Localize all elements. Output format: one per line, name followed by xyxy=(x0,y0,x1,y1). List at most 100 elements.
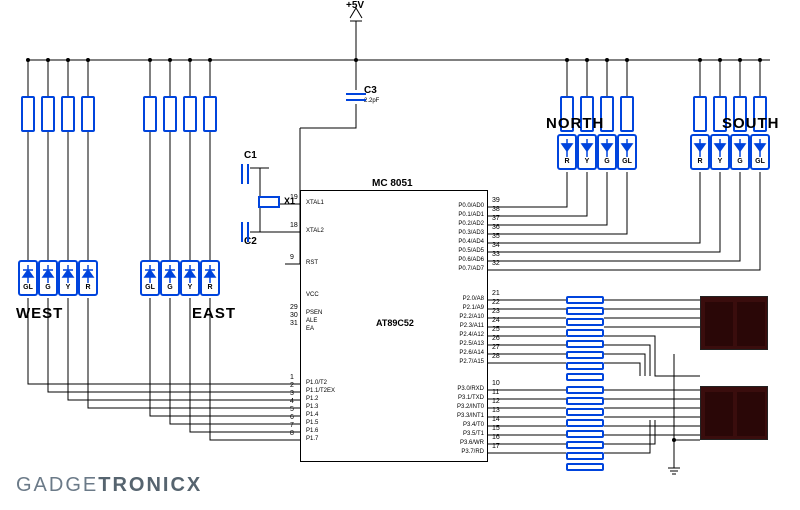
led-gl: GL xyxy=(140,260,160,296)
cap-c1-label: C1 xyxy=(244,150,257,161)
pin-name: P2.7/A15 xyxy=(436,359,484,365)
pin-name: P2.2/A10 xyxy=(436,314,484,320)
pin-num: 35 xyxy=(492,233,500,240)
pin-name: XTAL2 xyxy=(306,228,324,234)
leds-north: RYGGL xyxy=(557,134,637,170)
pin-num: 27 xyxy=(492,344,500,351)
pin-name: RST xyxy=(306,260,318,266)
resistors-east xyxy=(143,96,217,132)
pin-num: 3 xyxy=(290,390,294,397)
led-gl: GL xyxy=(18,260,38,296)
pin-name: P0.0/AD0 xyxy=(436,203,484,209)
logo-bold: TRONICX xyxy=(98,474,202,496)
pin-name: EA xyxy=(306,326,314,332)
pin-name: P1.2 xyxy=(306,396,318,402)
pin-name: P3.2/INT0 xyxy=(436,404,484,410)
leds-west: GLGYR xyxy=(18,260,98,296)
pin-num: 32 xyxy=(492,260,500,267)
led-y: Y xyxy=(58,260,78,296)
pin-num: 34 xyxy=(492,242,500,249)
pin-num: 38 xyxy=(492,206,500,213)
pin-num: 2 xyxy=(290,382,294,389)
pin-name: P3.3/INT1 xyxy=(436,413,484,419)
led-r: R xyxy=(557,134,577,170)
pin-name: P3.1/TXD xyxy=(436,395,484,401)
pin-name: P0.6/AD6 xyxy=(436,257,484,263)
pin-name: P2.4/A12 xyxy=(436,332,484,338)
pin-num: 19 xyxy=(290,194,298,201)
pin-name: P2.5/A13 xyxy=(436,341,484,347)
cap-c1-icon xyxy=(236,162,256,190)
pin-name: P3.5/T1 xyxy=(436,431,484,437)
pin-name: XTAL1 xyxy=(306,200,324,206)
pin-num: 16 xyxy=(492,434,500,441)
pin-name: P2.0/A8 xyxy=(436,296,484,302)
pin-num: 4 xyxy=(290,398,294,405)
label-east: EAST xyxy=(192,305,236,322)
pin-num: 29 xyxy=(290,304,298,311)
resistors-west xyxy=(21,96,95,132)
leds-east: GLGYR xyxy=(140,260,220,296)
pin-name: PSEN xyxy=(306,310,322,316)
pin-num: 36 xyxy=(492,224,500,231)
led-g: G xyxy=(597,134,617,170)
seven-seg-bottom xyxy=(700,386,768,440)
led-y: Y xyxy=(577,134,597,170)
pin-num: 1 xyxy=(290,374,294,381)
led-y: Y xyxy=(710,134,730,170)
led-r: R xyxy=(200,260,220,296)
pin-num: 14 xyxy=(492,416,500,423)
pin-num: 24 xyxy=(492,317,500,324)
pin-num: 28 xyxy=(492,353,500,360)
pin-num: 25 xyxy=(492,326,500,333)
cap-c3-icon xyxy=(342,88,372,108)
cap-c2-icon xyxy=(236,220,256,248)
pin-num: 37 xyxy=(492,215,500,222)
pin-num: 21 xyxy=(492,290,500,297)
pin-num: 11 xyxy=(492,389,499,396)
pin-num: 26 xyxy=(492,335,500,342)
led-r: R xyxy=(690,134,710,170)
power-label: +5V xyxy=(346,0,364,11)
pin-name: P2.1/A9 xyxy=(436,305,484,311)
pin-name: P0.1/AD1 xyxy=(436,212,484,218)
pin-name: P0.2/AD2 xyxy=(436,221,484,227)
pin-num: 22 xyxy=(492,299,500,306)
led-gl: GL xyxy=(750,134,770,170)
pin-name: P1.1/T2EX xyxy=(306,388,335,394)
pin-name: P0.7/AD7 xyxy=(436,266,484,272)
mcu-family: MC 8051 xyxy=(372,178,413,189)
pin-name: P1.3 xyxy=(306,404,318,410)
pin-name: P3.0/RXD xyxy=(436,386,484,392)
pin-name: ALE xyxy=(306,318,317,324)
pin-num: 8 xyxy=(290,430,294,437)
pin-num: 12 xyxy=(492,398,500,405)
resistors-p3 xyxy=(566,386,604,471)
pin-name: P1.5 xyxy=(306,420,318,426)
pin-name: P3.6/WR xyxy=(436,440,484,446)
pin-name: P0.5/AD5 xyxy=(436,248,484,254)
led-gl: GL xyxy=(617,134,637,170)
pin-num: 39 xyxy=(492,197,500,204)
pin-name: P1.0/T2 xyxy=(306,380,327,386)
led-g: G xyxy=(38,260,58,296)
pin-name: P2.6/A14 xyxy=(436,350,484,356)
pin-name: P2.3/A11 xyxy=(436,323,484,329)
pin-num: 7 xyxy=(290,422,294,429)
pin-num: 10 xyxy=(492,380,500,387)
pin-name: P3.4/T0 xyxy=(436,422,484,428)
leds-south: RYGGL xyxy=(690,134,770,170)
pin-num: 30 xyxy=(290,312,298,319)
pin-num: 17 xyxy=(492,443,500,450)
pin-num: 15 xyxy=(492,425,500,432)
led-r: R xyxy=(78,260,98,296)
led-g: G xyxy=(160,260,180,296)
logo: GADGETRONICX xyxy=(16,474,202,497)
mcu-part: AT89C52 xyxy=(376,318,414,328)
pin-num: 31 xyxy=(290,320,298,327)
pin-num: 33 xyxy=(492,251,500,258)
pin-name: P3.7/RD xyxy=(436,449,484,455)
seven-seg-top xyxy=(700,296,768,350)
pin-num: 18 xyxy=(290,222,298,229)
pin-num: 13 xyxy=(492,407,500,414)
